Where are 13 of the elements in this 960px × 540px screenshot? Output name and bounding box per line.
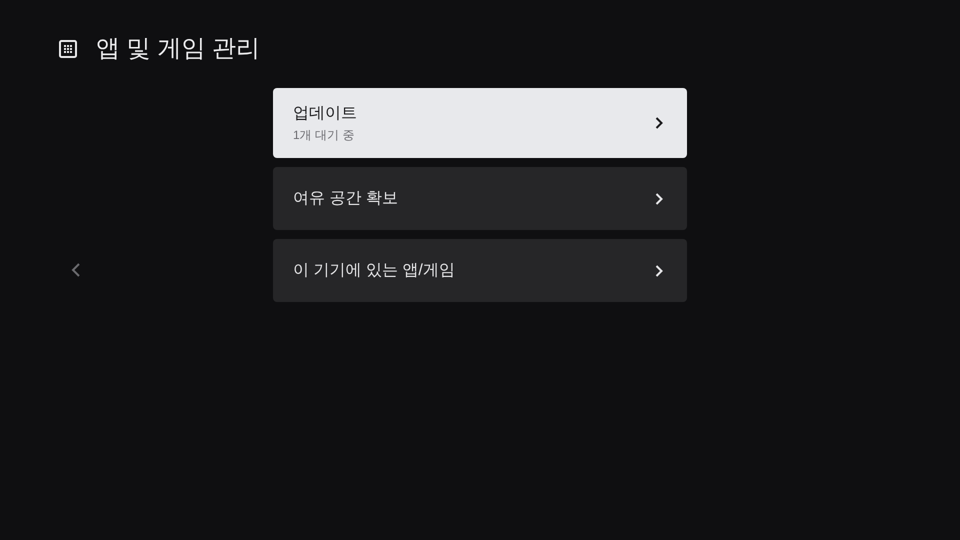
menu-item[interactable]: 여유 공간 확보 (273, 167, 687, 230)
item-label: 이 기기에 있는 앱/게임 (293, 260, 455, 280)
chevron-right-icon (655, 192, 663, 204)
menu-item[interactable]: 업데이트 1개 대기 중 (273, 88, 687, 158)
chevron-right-icon (655, 264, 663, 276)
grid-icon (59, 40, 77, 58)
menu-item[interactable]: 이 기기에 있는 앱/게임 (273, 239, 687, 302)
chevron-right-icon (655, 117, 663, 129)
item-label: 여유 공간 확보 (293, 188, 398, 208)
item-label: 업데이트 (293, 104, 357, 124)
page-title: 앱 및 게임 관리 (96, 37, 260, 61)
back-chevron-icon[interactable] (71, 263, 81, 277)
item-subtitle: 1개 대기 중 (293, 126, 356, 142)
